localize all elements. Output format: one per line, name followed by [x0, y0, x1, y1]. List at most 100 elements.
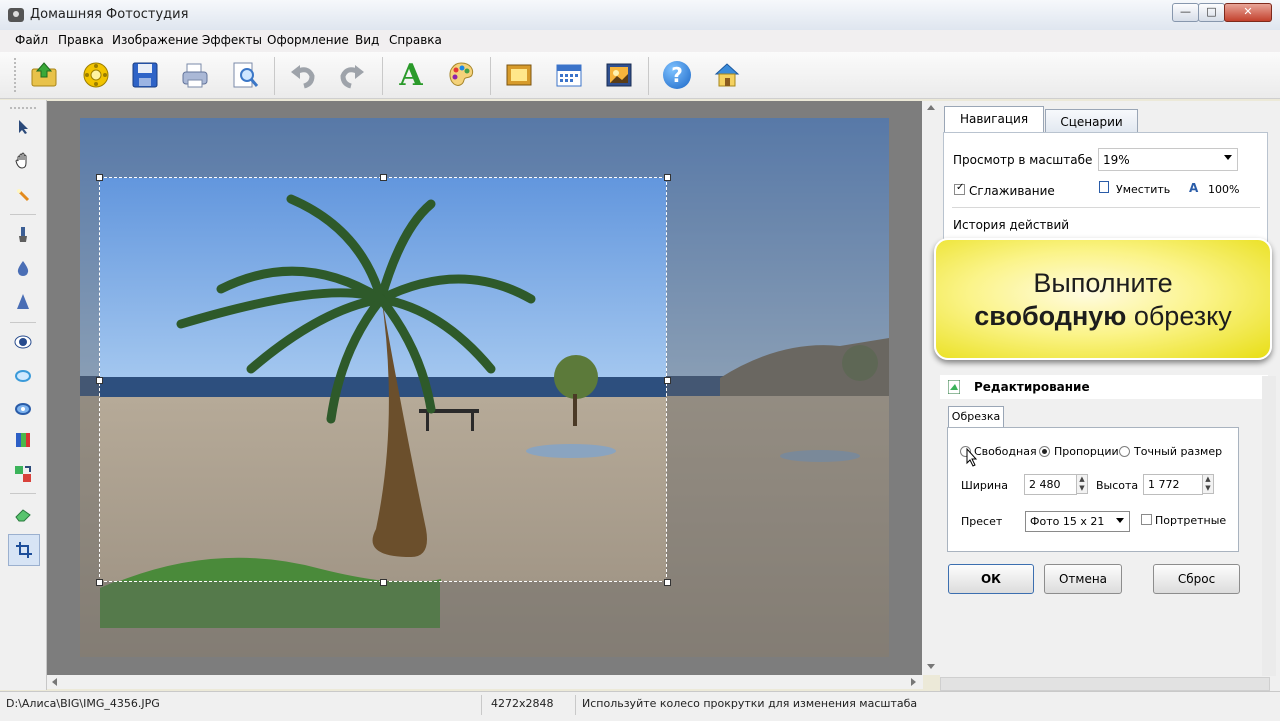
reset-button[interactable]: Сброс — [1153, 564, 1240, 594]
mode-proportions-radio[interactable] — [1039, 446, 1050, 457]
menu-edit[interactable]: Правка — [58, 33, 104, 47]
toolbar: A ? — [0, 52, 1280, 99]
hand-icon[interactable] — [10, 148, 36, 174]
check-icon: ✓ — [956, 182, 965, 193]
window-title: Домашняя Фотостудия — [30, 7, 189, 22]
color-bars-icon[interactable] — [10, 427, 36, 453]
oval-select-icon[interactable] — [10, 363, 36, 389]
panel-scrollbar[interactable] — [1262, 376, 1276, 676]
menu-help[interactable]: Справка — [389, 33, 442, 47]
scroll-right-icon[interactable] — [911, 678, 916, 686]
tool-separator — [10, 214, 36, 215]
zoom-label: Просмотр в масштабе — [953, 153, 1093, 167]
transform-icon[interactable] — [10, 461, 36, 487]
edit-title: Редактирование — [974, 380, 1090, 394]
tool-separator — [10, 322, 36, 323]
vertical-scrollbar[interactable] — [922, 101, 940, 675]
collage-icon[interactable] — [602, 58, 636, 92]
red-eye-icon[interactable] — [10, 329, 36, 355]
crop-handle-top-left[interactable] — [96, 174, 103, 181]
menu-design[interactable]: Оформление — [267, 33, 349, 47]
brush-icon[interactable] — [10, 222, 36, 248]
maximize-button[interactable]: □ — [1198, 3, 1225, 22]
calendar-icon[interactable] — [552, 58, 586, 92]
gallery-icon[interactable] — [79, 58, 113, 92]
zoom-value: 19% — [1103, 153, 1130, 167]
width-input[interactable]: 2 480 — [1024, 474, 1077, 495]
undo-icon[interactable] — [286, 58, 320, 92]
tools-grip — [10, 107, 36, 109]
menu-effects[interactable]: Эффекты — [202, 33, 262, 47]
callout-line-1: Выполните — [1033, 268, 1173, 298]
save-icon[interactable] — [128, 58, 162, 92]
eraser-icon[interactable] — [10, 502, 36, 528]
portrait-label: Портретные — [1155, 514, 1227, 527]
height-input[interactable]: 1 772 — [1143, 474, 1203, 495]
sharpen-icon[interactable] — [10, 289, 36, 315]
crop-handle-bottom-left[interactable] — [96, 579, 103, 586]
crop-handle-bottom-right[interactable] — [664, 579, 671, 586]
menu-file[interactable]: Файл — [15, 33, 48, 47]
smoothing-checkbox[interactable]: ✓ — [954, 182, 965, 195]
mouse-cursor-icon — [966, 448, 978, 467]
tab-crop[interactable]: Обрезка — [948, 406, 1004, 428]
crop-handle-left[interactable] — [96, 377, 103, 384]
toolbar-separator — [648, 57, 649, 95]
drop-icon[interactable] — [10, 256, 36, 282]
rect-select-icon[interactable] — [10, 396, 36, 422]
height-stepper[interactable]: ▲ ▼ — [1202, 474, 1214, 494]
frame-icon[interactable] — [502, 58, 536, 92]
preset-select[interactable]: Фото 15 x 21 — [1025, 511, 1130, 532]
crop-selection[interactable] — [99, 177, 667, 582]
open-icon[interactable] — [27, 58, 61, 92]
status-file-path: D:\Алиса\BIG\IMG_4356.JPG — [6, 697, 160, 710]
callout-bold: свободную — [974, 301, 1127, 331]
redo-icon[interactable] — [335, 58, 369, 92]
preset-label: Пресет — [961, 515, 1003, 528]
status-separator — [575, 695, 576, 715]
panel-hscrollbar[interactable] — [940, 677, 1270, 691]
cancel-button[interactable]: Отмена — [1044, 564, 1122, 594]
zoom-select[interactable]: 19% — [1098, 148, 1238, 171]
edit-icon — [948, 380, 960, 394]
crop-icon[interactable] — [8, 534, 40, 566]
crop-handle-top-right[interactable] — [664, 174, 671, 181]
mode-exact-label: Точный размер — [1134, 445, 1223, 458]
crop-handle-top[interactable] — [380, 174, 387, 181]
portrait-checkbox[interactable] — [1141, 514, 1152, 525]
scroll-left-icon[interactable] — [52, 678, 57, 686]
crop-handle-right[interactable] — [664, 377, 671, 384]
menu-image[interactable]: Изображение — [112, 33, 198, 47]
status-separator — [481, 695, 482, 715]
scroll-down-icon[interactable] — [927, 664, 935, 669]
fit-button[interactable]: Уместить — [1116, 183, 1170, 196]
tab-navigation[interactable]: Навигация — [944, 106, 1044, 134]
menu-view[interactable]: Вид — [355, 33, 379, 47]
horizontal-scrollbar[interactable] — [47, 675, 923, 689]
text-icon[interactable]: A — [394, 58, 428, 93]
zoom-icon[interactable] — [10, 182, 36, 208]
actual-size-button[interactable]: 100% — [1208, 183, 1239, 196]
palette-icon[interactable] — [444, 58, 478, 92]
close-button[interactable]: ✕ — [1224, 3, 1272, 22]
toolbar-separator — [490, 57, 491, 95]
print-icon[interactable] — [178, 58, 212, 92]
home-icon[interactable] — [710, 58, 744, 92]
width-stepper[interactable]: ▲ ▼ — [1076, 474, 1088, 494]
pointer-icon[interactable] — [10, 114, 36, 140]
actual-size-icon: A — [1189, 181, 1199, 195]
menu-bar: Файл Правка Изображение Эффекты Оформлен… — [0, 30, 1280, 52]
preview-icon[interactable] — [228, 58, 262, 92]
help-icon[interactable]: ? — [660, 58, 694, 92]
ok-button[interactable]: ОК — [948, 564, 1034, 594]
title-bar: Домашняя Фотостудия — □ ✕ — [0, 0, 1280, 31]
height-label: Высота — [1096, 479, 1139, 492]
mode-exact-radio[interactable] — [1119, 446, 1130, 457]
status-image-size: 4272x2848 — [491, 697, 554, 710]
toolbar-separator — [382, 57, 383, 95]
chevron-down-icon — [1224, 155, 1232, 160]
status-bar: D:\Алиса\BIG\IMG_4356.JPG 4272x2848 Испо… — [0, 691, 1280, 721]
crop-handle-bottom[interactable] — [380, 579, 387, 586]
minimize-button[interactable]: — — [1172, 3, 1199, 22]
scroll-up-icon[interactable] — [927, 105, 935, 110]
